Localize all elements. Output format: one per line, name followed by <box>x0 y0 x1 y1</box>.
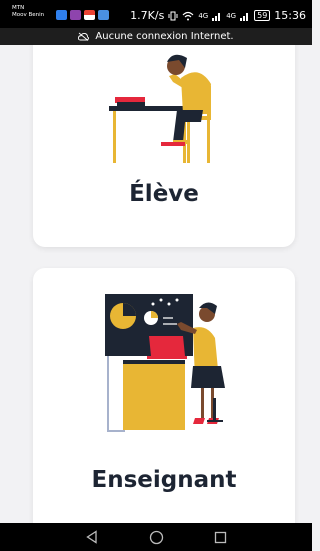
role-card-enseignant[interactable]: Enseignant <box>33 268 295 538</box>
carrier-name: MTN <box>12 5 25 11</box>
notification-icons <box>56 10 109 20</box>
role-label-enseignant: Enseignant <box>91 467 237 493</box>
network-type-2: 4G <box>226 11 237 20</box>
network-type-1: 4G <box>198 11 209 20</box>
back-icon[interactable] <box>85 530 99 544</box>
clock: 15:36 <box>274 9 306 22</box>
wifi-icon <box>182 11 194 20</box>
gallery-icon <box>70 10 81 20</box>
role-card-eleve[interactable]: Élève <box>33 18 295 247</box>
student-studying-illustration <box>109 54 211 163</box>
network-speed: 1.7K/s <box>130 9 165 22</box>
vibrate-icon <box>168 11 178 20</box>
status-right: 1.7K/s 4G 4G 59 15:36 <box>130 9 306 22</box>
chat-icon <box>56 10 67 20</box>
signal-icon-2 <box>240 12 249 21</box>
carrier-label: MTN Moov Benin <box>12 5 44 19</box>
offline-banner: Aucune connexion Internet. <box>0 28 312 45</box>
cloud-off-icon <box>78 32 90 41</box>
teacher-presenting-illustration <box>105 294 225 432</box>
home-icon[interactable] <box>149 530 164 545</box>
status-bar: MTN Moov Benin 1.7K/s 4G 4G 59 15:36 <box>0 0 312 28</box>
image-icon <box>98 10 109 20</box>
gmail-icon <box>84 10 95 20</box>
carrier-sub-name: Moov Benin <box>12 12 45 18</box>
role-label-eleve: Élève <box>129 181 199 207</box>
offline-banner-text: Aucune connexion Internet. <box>95 31 234 42</box>
recents-icon[interactable] <box>214 531 227 544</box>
battery-level: 59 <box>257 11 268 20</box>
navigation-bar <box>0 523 312 551</box>
signal-icon <box>212 12 221 21</box>
battery-icon: 59 <box>254 10 271 21</box>
